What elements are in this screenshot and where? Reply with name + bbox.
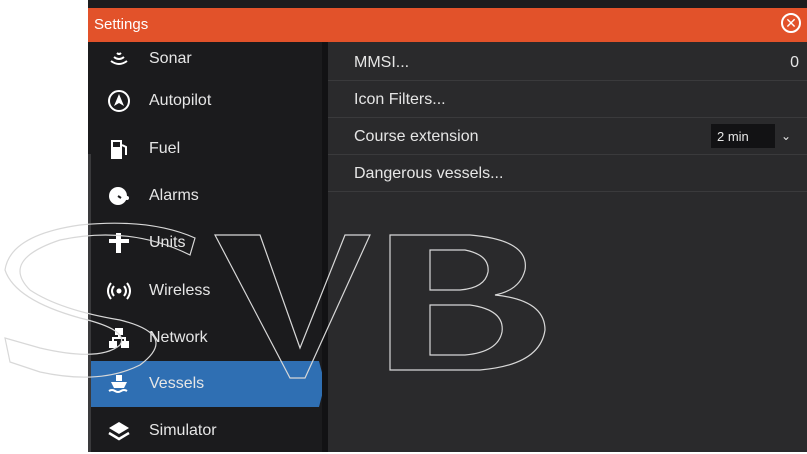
sonar-icon — [110, 52, 128, 65]
sidebar-item-simulator[interactable]: Simulator — [91, 408, 323, 454]
row-label: Course extension — [354, 128, 479, 145]
settings-window: Settings ✕ Sonar Autopilot Fuel Alarms U… — [88, 0, 807, 452]
close-icon[interactable]: ✕ — [781, 13, 801, 33]
autopilot-icon — [108, 90, 130, 112]
row-label: Dangerous vessels... — [354, 165, 504, 182]
sidebar-item-label: Network — [149, 329, 208, 346]
layers-icon — [108, 422, 130, 441]
wireless-icon — [107, 282, 131, 300]
network-icon — [109, 328, 129, 348]
course-extension-select[interactable]: 2 min ⌄ — [711, 124, 797, 148]
sidebar-item-label: Simulator — [149, 422, 217, 439]
select-value: 2 min — [717, 129, 749, 144]
sidebar-item-fuel[interactable]: Fuel — [91, 126, 323, 172]
chevron-down-icon[interactable]: ⌄ — [775, 124, 797, 148]
vessels-settings-panel: MMSI... 0 Icon Filters... Course extensi… — [328, 42, 807, 452]
sidebar-item-network[interactable]: Network — [91, 315, 323, 361]
icon-filters-row[interactable]: Icon Filters... — [328, 81, 807, 118]
sidebar-item-wireless[interactable]: Wireless — [91, 268, 323, 314]
sidebar-item-label: Autopilot — [149, 92, 212, 109]
sidebar-item-label: Units — [149, 234, 186, 251]
sidebar-item-label: Alarms — [149, 187, 199, 204]
mmsi-row[interactable]: MMSI... 0 — [328, 44, 807, 81]
sidebar-item-label: Wireless — [149, 282, 211, 299]
alarm-bell-icon — [109, 187, 129, 205]
window-title: Settings — [94, 16, 149, 33]
sidebar-item-alarms[interactable]: Alarms — [91, 173, 323, 219]
dangerous-vessels-row[interactable]: Dangerous vessels... — [328, 155, 807, 192]
sidebar-item-units[interactable]: Units — [91, 220, 323, 266]
settings-sidebar: Sonar Autopilot Fuel Alarms Units Wirele… — [88, 42, 326, 452]
sidebar-item-label: Fuel — [149, 140, 181, 157]
row-label: MMSI... — [354, 54, 410, 71]
course-extension-row: Course extension 2 min ⌄ — [328, 118, 807, 155]
sidebar-item-label: Vessels — [149, 375, 205, 392]
mmsi-value: 0 — [790, 54, 799, 71]
sidebar-item-label: Sonar — [149, 50, 192, 67]
sidebar-item-vessels[interactable]: Vessels — [91, 361, 325, 407]
fuel-pump-icon — [111, 140, 127, 159]
sidebar-item-sonar[interactable]: Sonar — [91, 36, 323, 82]
vessel-icon — [108, 375, 128, 393]
sidebar-item-autopilot[interactable]: Autopilot — [91, 78, 323, 124]
row-label: Icon Filters... — [354, 91, 446, 108]
ruler-icon — [109, 233, 129, 253]
